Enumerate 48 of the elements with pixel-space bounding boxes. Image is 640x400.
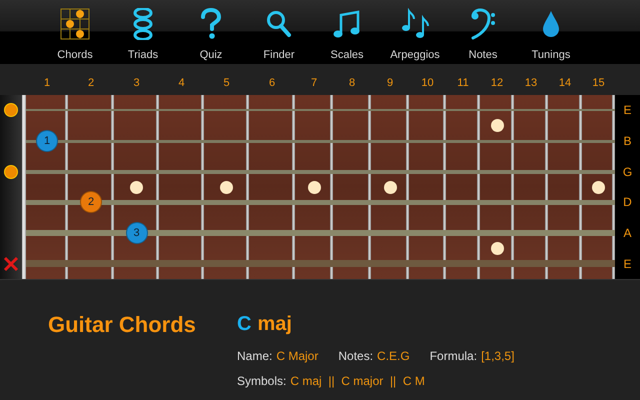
question-mark-icon [200, 8, 222, 40]
chord-quality: maj [257, 314, 292, 334]
string-name: G [622, 164, 632, 181]
detail-label: Name: [237, 350, 272, 362]
fret-number: 6 [268, 76, 276, 90]
string-name: B [623, 133, 632, 150]
fret-number: 11 [456, 76, 470, 90]
toolbar-button[interactable]: Notes [449, 0, 517, 64]
fret-number: 13 [524, 76, 538, 90]
chord-root: C [237, 314, 252, 334]
fret-number: 7 [310, 76, 318, 90]
toolbar-button[interactable]: Tunings [517, 0, 585, 64]
music-notes-icon [400, 8, 430, 40]
string-name: E [623, 102, 632, 120]
fret-number: 4 [177, 76, 186, 90]
fret-number: 2 [86, 76, 96, 90]
search-icon [266, 10, 292, 38]
fret-number: 14 [558, 76, 572, 90]
detail-value: C.E.G [377, 350, 410, 362]
detail-value: C maj || C major || C M [290, 375, 425, 387]
fret-number: 9 [386, 76, 394, 90]
detail-label: Notes: [338, 350, 374, 362]
string-name: A [623, 225, 632, 242]
string-name: E [623, 256, 632, 273]
chord-grid-icon [60, 8, 90, 40]
page-title: Guitar Chords [48, 314, 197, 336]
string-name: D [623, 194, 632, 212]
toolbar-button[interactable]: Finder [245, 0, 313, 64]
fret-number: 12 [490, 76, 504, 90]
music-notes-icon [333, 9, 361, 39]
fret-number: 5 [222, 76, 231, 90]
toolbar-button[interactable]: Scales [313, 0, 381, 64]
fret-number: 8 [348, 76, 356, 90]
detail-label: Formula: [430, 350, 478, 362]
toolbar-button[interactable]: Quiz [177, 0, 245, 64]
fret-number: 1 [42, 76, 52, 90]
fret-number: 15 [591, 76, 606, 90]
toolbar-button[interactable]: Arpeggios [381, 0, 449, 64]
toolbar-button[interactable]: Triads [109, 0, 177, 64]
detail-value: C Major [276, 350, 318, 362]
droplet-icon [542, 10, 560, 38]
toolbar-button[interactable]: Chords [41, 0, 109, 64]
bass-clef-icon [470, 8, 496, 40]
fret-number: 3 [132, 76, 141, 90]
detail-value: [1,3,5] [481, 350, 514, 362]
fret-number: 10 [420, 76, 435, 90]
stacked-notes-icon [133, 8, 153, 40]
detail-label: Symbols: [237, 375, 286, 387]
